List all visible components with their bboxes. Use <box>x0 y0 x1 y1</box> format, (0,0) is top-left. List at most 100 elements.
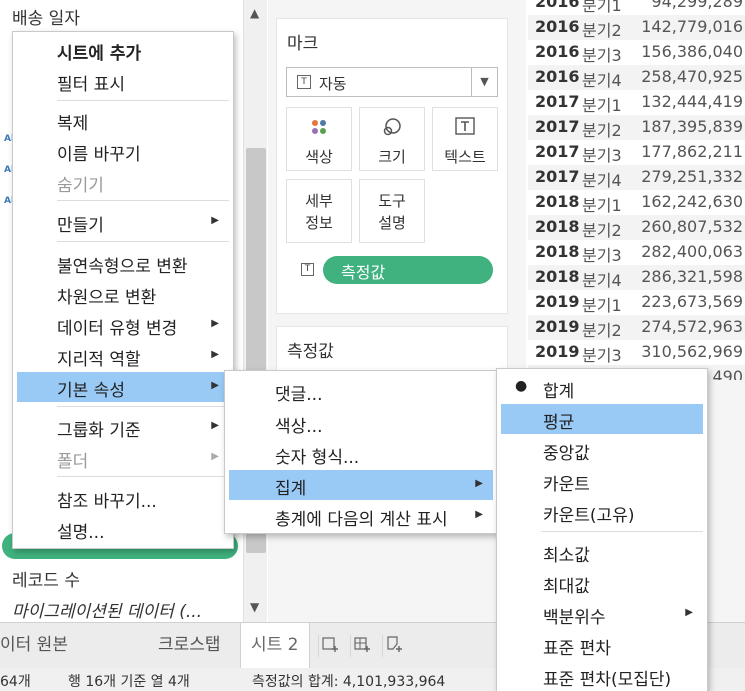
chevron-right-icon: ▶ <box>211 380 219 391</box>
table-row[interactable]: 2016 분기1 94,299,289 <box>528 0 745 15</box>
row-quarter: 분기2 <box>582 221 622 240</box>
field-menu-item-label: 참조 바꾸기... <box>57 492 157 512</box>
properties-menu-item[interactable]: 댓글... <box>229 376 493 406</box>
chevron-right-icon: ▶ <box>475 478 483 489</box>
field-menu-item[interactable]: 기본 속성 ▶ <box>17 372 229 402</box>
aggregation-menu-item[interactable]: 백분위수 ▶ <box>501 599 703 629</box>
field-menu-item-label: 설명... <box>57 523 105 543</box>
table-row[interactable]: 2019 분기2 274,572,963 <box>528 315 745 340</box>
color-button[interactable]: 색상 <box>286 107 352 171</box>
tooltip-button[interactable]: 도구 설명 <box>359 179 425 243</box>
field-menu-item[interactable]: 참조 바꾸기... <box>17 483 229 513</box>
field-menu-item: 숨기기 <box>17 167 229 197</box>
field-menu-item[interactable]: 시트에 추가 <box>17 35 229 65</box>
field-record-count[interactable]: 레코드 수 <box>12 566 80 591</box>
chevron-down-icon[interactable]: ▼ <box>471 68 497 96</box>
field-menu-item[interactable]: 지리적 역할 ▶ <box>17 341 229 371</box>
aggregation-menu-item[interactable]: 표준 편차(모집단) <box>501 661 703 691</box>
row-quarter: 분기3 <box>582 246 622 265</box>
row-year: 2018 <box>535 217 580 236</box>
field-menu-item[interactable]: 이름 바꾸기 <box>17 136 229 166</box>
table-row[interactable]: 2018 분기1 162,242,630 <box>528 190 745 215</box>
text-button[interactable]: 텍스트 <box>432 107 498 171</box>
row-year: 2018 <box>535 267 580 286</box>
tab-data-source[interactable]: 이터 원본 <box>0 623 68 669</box>
properties-menu-item[interactable]: 숫자 형식... <box>229 439 493 469</box>
table-row[interactable]: 2016 분기4 258,470,925 <box>528 65 745 90</box>
table-row[interactable]: 2018 분기4 286,321,598 <box>528 265 745 290</box>
scroll-up-icon[interactable]: ▲ <box>250 6 259 20</box>
table-row[interactable]: 2019 분기1 223,673,569 <box>528 290 745 315</box>
new-story-icon[interactable] <box>382 635 404 657</box>
aggregation-menu-item-label: 표준 편차 <box>543 639 611 659</box>
measure-values-pill[interactable]: 측정값 <box>323 256 493 284</box>
aggregation-menu-item[interactable]: 표준 편차 <box>501 630 703 660</box>
properties-menu-item[interactable]: 색상... <box>229 408 493 438</box>
table-row[interactable]: 2016 분기2 142,779,016 <box>528 15 745 40</box>
aggregation-menu-item-label: 카운트(고유) <box>543 506 635 526</box>
size-label: 크기 <box>378 148 406 166</box>
size-button[interactable]: 크기 <box>359 107 425 171</box>
new-worksheet-icon[interactable] <box>318 635 340 657</box>
field-migrated-data[interactable]: 마이그레이션된 데이터 (... <box>12 597 202 622</box>
table-row[interactable]: 2017 분기2 187,395,839 <box>528 115 745 140</box>
tab-crosstab[interactable]: 크로스탭 <box>158 623 221 669</box>
properties-menu-item-label: 댓글... <box>275 385 323 405</box>
table-row[interactable]: 2017 분기1 132,444,419 <box>528 90 745 115</box>
tooltip-label-line1: 도구 <box>378 192 406 210</box>
aggregation-menu-item[interactable]: ● 합계 <box>501 373 703 403</box>
table-row[interactable]: 2017 분기3 177,862,211 <box>528 140 745 165</box>
aggregation-menu-item[interactable]: 최소값 <box>501 537 703 567</box>
field-menu-item[interactable]: 불연속형으로 변환 <box>17 248 229 278</box>
field-menu-item-label: 기본 속성 <box>57 381 125 401</box>
row-value: 282,400,063 <box>641 242 743 261</box>
row-year: 2016 <box>535 67 580 86</box>
field-menu-item[interactable]: 차원으로 변환 <box>17 279 229 309</box>
field-menu-item[interactable]: 만들기 ▶ <box>17 207 229 237</box>
field-menu-item-label: 지리적 역할 <box>57 350 141 370</box>
aggregation-menu-item[interactable]: 평균 <box>501 404 703 434</box>
tab-sheet2[interactable]: 시트 2 <box>240 623 310 669</box>
row-year: 2016 <box>535 0 580 11</box>
table-row[interactable]: 2018 분기2 260,807,532 <box>528 215 745 240</box>
new-dashboard-icon[interactable] <box>350 635 372 657</box>
mark-type-dropdown[interactable]: T 자동 ▼ <box>286 67 498 97</box>
row-year: 2017 <box>535 142 580 161</box>
table-row[interactable]: 2019 분기3 310,562,969 <box>528 340 745 365</box>
field-menu-item[interactable]: 설명... <box>17 514 229 544</box>
text-icon <box>433 116 497 138</box>
field-menu-item[interactable]: 그룹화 기준 ▶ <box>17 412 229 442</box>
field-ship-date[interactable]: 배송 일자 <box>12 4 80 29</box>
row-year: 2017 <box>535 92 580 111</box>
table-row[interactable]: 2016 분기3 156,386,040 <box>528 40 745 65</box>
detail-button[interactable]: 세부 정보 <box>286 179 352 243</box>
row-quarter: 분기1 <box>582 0 622 15</box>
chevron-right-icon: ▶ <box>211 451 219 462</box>
aggregation-menu-item[interactable]: 카운트 <box>501 466 703 496</box>
aggregation-menu-item[interactable]: 최대값 <box>501 568 703 598</box>
table-row[interactable]: 2018 분기3 282,400,063 <box>528 240 745 265</box>
properties-menu-item[interactable]: 집계 ▶ <box>229 470 493 500</box>
menu-separator <box>57 406 229 407</box>
aggregation-menu-item-label: 최대값 <box>543 577 590 597</box>
field-menu-item[interactable]: 복제 <box>17 105 229 135</box>
row-value: 187,395,839 <box>641 117 743 136</box>
row-value: 274,572,963 <box>641 317 743 336</box>
row-quarter: 분기3 <box>582 46 622 65</box>
field-menu-item-label: 폴더 <box>57 452 89 472</box>
aggregation-menu-item-label: 표준 편차(모집단) <box>543 670 672 690</box>
scroll-down-icon[interactable]: ▼ <box>250 600 259 614</box>
row-value: 162,242,630 <box>641 192 743 211</box>
table-row[interactable]: 2017 분기4 279,251,332 <box>528 165 745 190</box>
size-icon <box>360 116 424 138</box>
field-context-menu: 시트에 추가 필터 표시복제 이름 바꾸기 숨기기만들기 ▶ 불연속형으로 변환 차원으로 … <box>12 31 234 549</box>
field-menu-item[interactable]: 데이터 유형 변경 ▶ <box>17 310 229 340</box>
aggregation-menu-item[interactable]: 카운트(고유) <box>501 497 703 527</box>
field-menu-item[interactable]: 필터 표시 <box>17 66 229 96</box>
properties-menu-item-label: 색상... <box>275 417 323 437</box>
status-sum: 측정값의 합계: 4,101,933,964 <box>252 674 446 690</box>
row-year: 2017 <box>535 117 580 136</box>
aggregation-menu-item[interactable]: 중앙값 <box>501 435 703 465</box>
properties-menu-item[interactable]: 총계에 다음의 계산 표시 ▶ <box>229 501 493 531</box>
chevron-right-icon: ▶ <box>211 349 219 360</box>
